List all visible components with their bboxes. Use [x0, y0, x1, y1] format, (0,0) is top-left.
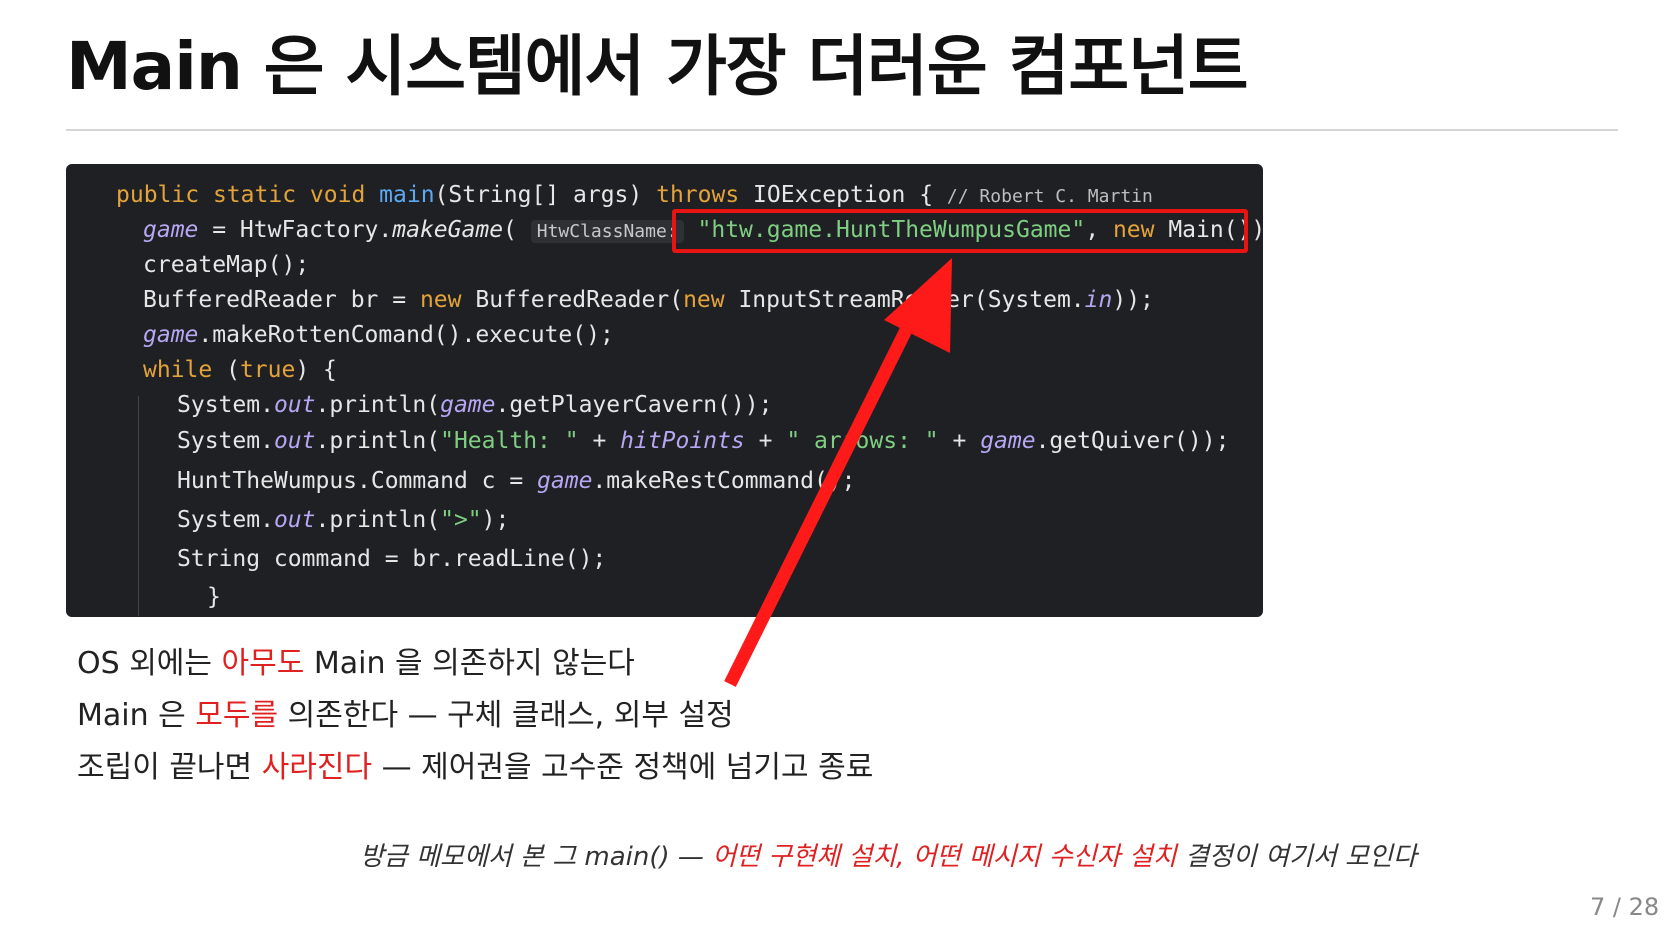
- footnote-text: 방금 메모에서 본 그 main() —: [360, 842, 713, 872]
- bullet-text: — 제어권을 고수준 정책에 넘기고 종료: [372, 750, 874, 785]
- bullet-text: OS 외에는: [77, 646, 222, 681]
- bullet-emphasis: 아무도: [221, 646, 305, 681]
- arrow-head: [884, 258, 952, 353]
- footnote-emphasis: 어떤 구현체 설치, 어떤 메시지 수신자 설치: [712, 842, 1177, 872]
- bullet-3: 조립이 끝나면 사라진다 — 제어권을 고수준 정책에 넘기고 종료: [77, 742, 873, 794]
- bullet-1: OS 외에는 아무도 Main 을 의존하지 않는다: [77, 638, 873, 690]
- footnote-text: 결정이 여기서 모인다: [1176, 842, 1417, 872]
- bullet-emphasis: 모두를: [195, 698, 279, 733]
- bullet-text: 조립이 끝나면: [77, 750, 262, 785]
- bullet-text: Main 은: [77, 698, 196, 733]
- bullet-text: 의존한다 — 구체 클래스, 외부 설정: [278, 698, 734, 733]
- arrow-shaft: [724, 315, 918, 687]
- bullet-list: OS 외에는 아무도 Main 을 의존하지 않는다 Main 은 모두를 의존…: [77, 638, 873, 794]
- footnote: 방금 메모에서 본 그 main() — 어떤 구현체 설치, 어떤 메시지 수…: [360, 836, 1417, 873]
- pointer-arrow: [724, 258, 952, 687]
- bullet-emphasis: 사라진다: [261, 750, 373, 785]
- bullet-2: Main 은 모두를 의존한다 — 구체 클래스, 외부 설정: [77, 690, 873, 742]
- bullet-text: Main 을 의존하지 않는다: [304, 646, 635, 681]
- page-number: 7 / 28: [1590, 893, 1660, 921]
